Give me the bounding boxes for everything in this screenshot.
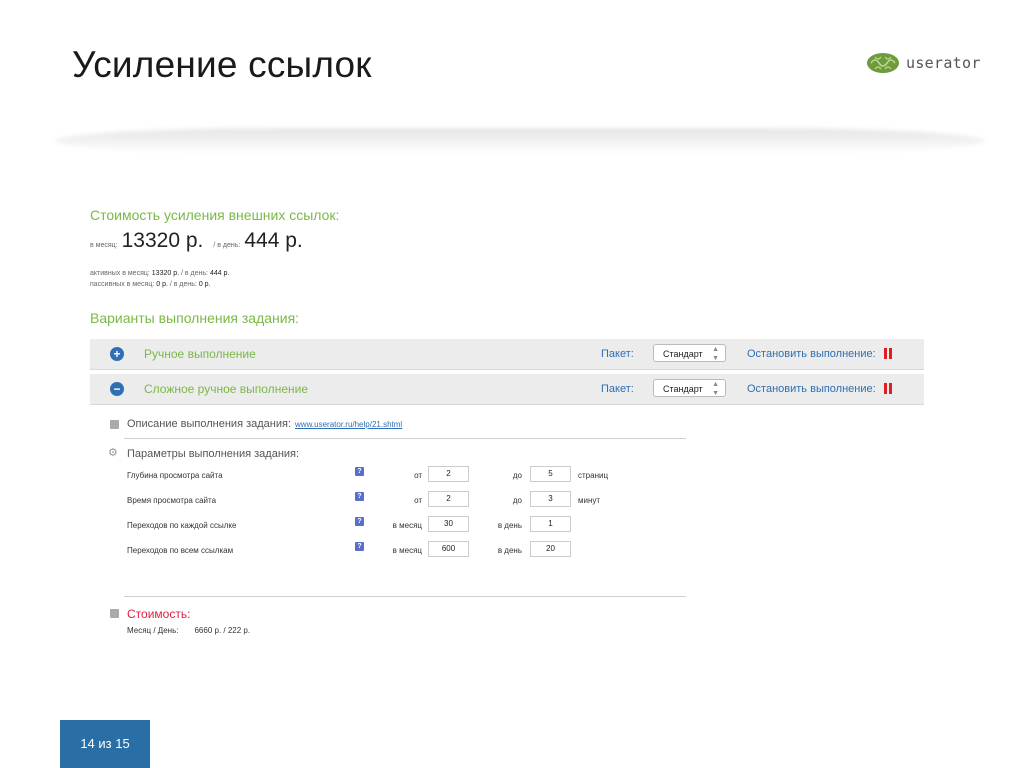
to-input[interactable]: 3 (530, 491, 571, 507)
cost-line-value: 6660 р. / 222 р. (194, 626, 251, 635)
package-select[interactable]: Стандарт ▲ ▼ (653, 344, 726, 362)
brain-icon (867, 53, 899, 73)
day-input[interactable]: 1 (530, 516, 571, 532)
unit-label: минут (578, 496, 601, 505)
userator-logo: userator (866, 52, 981, 74)
package-label: Пакет: (601, 348, 634, 360)
stop-button-icon[interactable] (884, 383, 892, 394)
active-month-value: 13320 р. (151, 270, 180, 277)
plus-circle-icon[interactable]: + (110, 347, 124, 361)
page-indicator: 14 из 15 (60, 720, 150, 768)
from-label: от (414, 471, 422, 480)
help-icon[interactable]: ? (355, 467, 364, 476)
to-label: до (512, 471, 522, 480)
active-cost-line: активных в месяц: 13320 р. / в день: 444… (90, 268, 229, 279)
cost-line-label: Месяц / День: (127, 626, 179, 635)
param-label: Переходов по каждой ссылке (127, 521, 237, 530)
stop-label: Остановить выполнение: (747, 348, 876, 360)
passive-month-value: 0 р. (156, 281, 168, 288)
per-month-label: в месяц: (90, 242, 118, 249)
help-icon[interactable]: ? (355, 492, 364, 501)
from-label: в месяц (392, 521, 422, 530)
variants-heading: Варианты выполнения задания: (90, 310, 300, 326)
passive-label: пассивных в месяц: (90, 281, 155, 288)
divider (124, 596, 686, 597)
per-day-value: 444 р. (244, 229, 303, 252)
month-input[interactable]: 30 (428, 516, 469, 532)
passive-cost-line: пассивных в месяц: 0 р. / в день: 0 р. (90, 279, 229, 290)
to-label: в день (497, 546, 522, 555)
variant-label[interactable]: Сложное ручное выполнение (144, 382, 308, 396)
cost-heading: Стоимость усиления внешних ссылок: (90, 207, 340, 223)
package-label: Пакет: (601, 383, 634, 395)
from-label: в месяц (392, 546, 422, 555)
param-label: Глубина просмотра сайта (127, 471, 223, 480)
active-day-value: 444 р. (209, 270, 230, 277)
package-select-value: Стандарт (663, 349, 703, 359)
help-icon[interactable]: ? (355, 517, 364, 526)
description-link[interactable]: www.userator.ru/help/21.shtml (295, 420, 402, 429)
description-icon (110, 420, 119, 429)
divider (124, 438, 686, 439)
cost-breakdown: активных в месяц: 13320 р. / в день: 444… (90, 268, 229, 290)
active-label: активных в месяц: (90, 270, 150, 277)
gear-icon: ⚙ (108, 447, 118, 459)
variant-row-manual: + Ручное выполнение Пакет: Стандарт ▲ ▼ О… (90, 339, 924, 370)
from-input[interactable]: 2 (428, 491, 469, 507)
per-day-label: / в день: (213, 242, 241, 249)
to-input[interactable]: 5 (530, 466, 571, 482)
per-month-value: 13320 р. (121, 229, 204, 252)
cost-title: Стоимость: (127, 607, 191, 621)
logo-text: userator (906, 54, 981, 72)
stop-label: Остановить выполнение: (747, 383, 876, 395)
stop-button-icon[interactable] (884, 348, 892, 359)
param-label: Время просмотра сайта (127, 496, 217, 505)
select-arrows-icon: ▲ ▼ (712, 346, 719, 362)
header-shadow-divider (55, 128, 985, 154)
coins-icon (110, 609, 119, 618)
description-title-text: Описание выполнения задания: (127, 418, 292, 430)
day-input[interactable]: 20 (530, 541, 571, 557)
from-input[interactable]: 2 (428, 466, 469, 482)
variant-row-complex: − Сложное ручное выполнение Пакет: Станд… (90, 374, 924, 405)
params-title: Параметры выполнения задания: (127, 448, 300, 460)
help-icon[interactable]: ? (355, 542, 364, 551)
minus-circle-icon[interactable]: − (110, 382, 124, 396)
slide-title: Усиление ссылок (72, 44, 372, 85)
from-label: от (414, 496, 422, 505)
to-label: до (512, 496, 522, 505)
description-title: Описание выполнения задания: www.userator… (127, 418, 402, 430)
param-label: Переходов по всем ссылкам (127, 546, 234, 555)
month-input[interactable]: 600 (428, 541, 469, 557)
to-label: в день (497, 521, 522, 530)
passive-day-value: 0 р. (198, 281, 211, 288)
total-cost-line: в месяц: 13320 р. / в день: 444 р. (90, 229, 307, 253)
active-day-label: / в день: (180, 270, 208, 277)
variant-label[interactable]: Ручное выполнение (144, 347, 256, 361)
cost-line: Месяц / День: 6660 р. / 222 р. (127, 626, 250, 635)
unit-label: страниц (578, 471, 609, 480)
select-arrows-icon: ▲ ▼ (712, 381, 719, 397)
package-select-value: Стандарт (663, 384, 703, 394)
package-select[interactable]: Стандарт ▲ ▼ (653, 379, 726, 397)
passive-day-label: / в день: (169, 281, 197, 288)
